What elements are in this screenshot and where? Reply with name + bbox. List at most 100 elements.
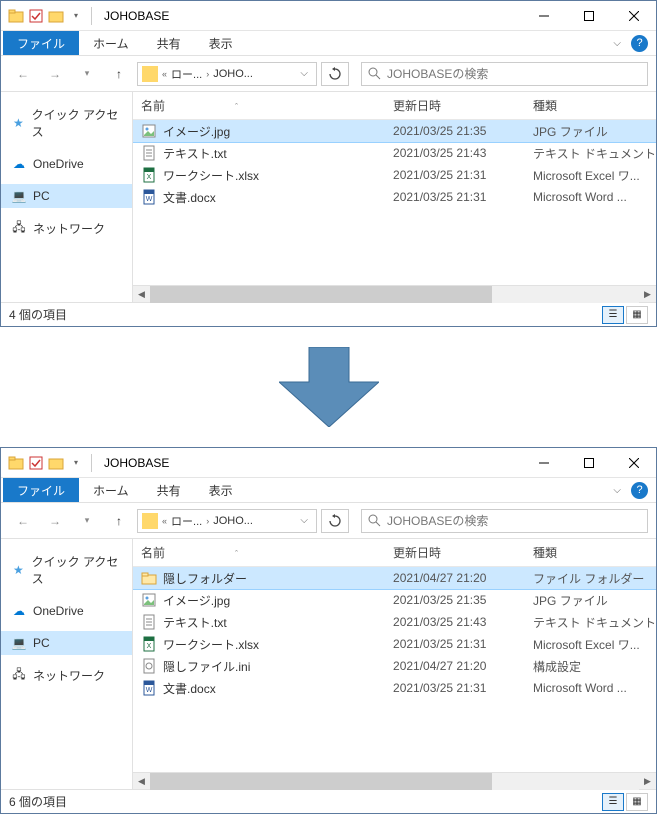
file-list[interactable]: 隠しフォルダー2021/04/27 21:20ファイル フォルダーイメージ.jp… [133, 567, 656, 772]
address-dropdown-icon[interactable]: ⌵ [296, 68, 312, 79]
column-label: 名前 [141, 546, 165, 560]
qat-dropdown-icon[interactable]: ▾ [67, 454, 85, 472]
refresh-button[interactable] [321, 62, 349, 86]
file-row[interactable]: 隠しファイル.ini2021/04/27 21:20構成設定 [133, 655, 656, 677]
expand-ribbon-icon[interactable]: ⌵ [613, 38, 621, 49]
up-button[interactable]: ↑ [105, 509, 133, 533]
arrow-separator [0, 337, 657, 447]
column-name[interactable]: 名前ˆ [141, 97, 393, 114]
scroll-left-icon[interactable]: ◀ [133, 773, 150, 790]
help-icon[interactable]: ? [631, 35, 648, 52]
file-list[interactable]: イメージ.jpg2021/03/25 21:35JPG ファイルテキスト.txt… [133, 120, 656, 285]
column-date[interactable]: 更新日時 [393, 544, 533, 561]
properties-icon[interactable] [27, 7, 45, 25]
column-date[interactable]: 更新日時 [393, 97, 533, 114]
file-row[interactable]: テキスト.txt2021/03/25 21:43テキスト ドキュメント [133, 142, 656, 164]
forward-button[interactable]: → [41, 509, 69, 533]
navigation-pane: ★クイック アクセス ☁OneDrive 💻PC 🖧ネットワーク [1, 92, 133, 302]
address-bar[interactable]: « ロー... › JOHO... ⌵ [137, 62, 317, 86]
scroll-right-icon[interactable]: ▶ [639, 286, 656, 303]
back-button[interactable]: ← [9, 509, 37, 533]
file-row[interactable]: W文書.docx2021/03/25 21:31Microsoft Word .… [133, 186, 656, 208]
help-icon[interactable]: ? [631, 482, 648, 499]
expand-ribbon-icon[interactable]: ⌵ [613, 485, 621, 496]
column-type[interactable]: 種類 [533, 544, 656, 561]
file-row[interactable]: Xワークシート.xlsx2021/03/25 21:31Microsoft Ex… [133, 633, 656, 655]
file-row[interactable]: テキスト.txt2021/03/25 21:43テキスト ドキュメント [133, 611, 656, 633]
file-row[interactable]: イメージ.jpg2021/03/25 21:35JPG ファイル [133, 589, 656, 611]
column-type[interactable]: 種類 [533, 97, 656, 114]
new-folder-icon[interactable] [47, 454, 65, 472]
sidebar-item-network[interactable]: 🖧ネットワーク [1, 663, 132, 688]
horizontal-scrollbar[interactable]: ◀ ▶ [133, 285, 656, 302]
qat-dropdown-icon[interactable]: ▾ [67, 7, 85, 25]
file-row[interactable]: Xワークシート.xlsx2021/03/25 21:31Microsoft Ex… [133, 164, 656, 186]
sidebar-item-pc[interactable]: 💻PC [1, 184, 132, 208]
navigation-pane: ★クイック アクセス ☁OneDrive 💻PC 🖧ネットワーク [1, 539, 133, 789]
maximize-button[interactable] [566, 448, 611, 478]
back-button[interactable]: ← [9, 62, 37, 86]
file-row[interactable]: W文書.docx2021/03/25 21:31Microsoft Word .… [133, 677, 656, 699]
scroll-thumb[interactable] [150, 773, 492, 790]
tab-file[interactable]: ファイル [3, 31, 79, 55]
scroll-thumb[interactable] [150, 286, 492, 303]
sidebar-item-onedrive[interactable]: ☁OneDrive [1, 599, 132, 623]
tab-view[interactable]: 表示 [195, 478, 247, 502]
file-type: Microsoft Word ... [533, 681, 656, 695]
search-input[interactable]: JOHOBASEの検索 [361, 62, 648, 86]
tab-share[interactable]: 共有 [143, 31, 195, 55]
file-row[interactable]: イメージ.jpg2021/03/25 21:35JPG ファイル [133, 120, 656, 142]
sidebar-item-quick-access[interactable]: ★クイック アクセス [1, 102, 132, 144]
sidebar-label: PC [33, 189, 50, 203]
address-dropdown-icon[interactable]: ⌵ [296, 515, 312, 526]
refresh-button[interactable] [321, 509, 349, 533]
minimize-button[interactable] [521, 1, 566, 31]
forward-button[interactable]: → [41, 62, 69, 86]
horizontal-scrollbar[interactable]: ◀ ▶ [133, 772, 656, 789]
details-view-button[interactable]: ☰ [602, 306, 624, 324]
minimize-button[interactable] [521, 448, 566, 478]
breadcrumb-segment[interactable]: JOHO... [213, 515, 253, 527]
file-name: イメージ.jpg [163, 123, 393, 140]
scroll-track[interactable] [150, 286, 639, 303]
breadcrumb-segment[interactable]: ロー... [171, 66, 202, 82]
search-input[interactable]: JOHOBASEの検索 [361, 509, 648, 533]
column-headers: 名前ˆ 更新日時 種類 [133, 539, 656, 567]
tab-file[interactable]: ファイル [3, 478, 79, 502]
sidebar-item-network[interactable]: 🖧ネットワーク [1, 216, 132, 241]
up-button[interactable]: ↑ [105, 62, 133, 86]
icons-view-button[interactable]: ▦ [626, 306, 648, 324]
sidebar-item-onedrive[interactable]: ☁OneDrive [1, 152, 132, 176]
tab-view[interactable]: 表示 [195, 31, 247, 55]
scroll-track[interactable] [150, 773, 639, 790]
close-button[interactable] [611, 448, 656, 478]
close-button[interactable] [611, 1, 656, 31]
search-icon [368, 67, 381, 80]
recent-dropdown[interactable]: ▾ [73, 509, 101, 533]
search-icon [368, 514, 381, 527]
breadcrumb-segment[interactable]: ロー... [171, 513, 202, 529]
svg-text:X: X [147, 174, 152, 181]
maximize-button[interactable] [566, 1, 611, 31]
column-name[interactable]: 名前ˆ [141, 544, 393, 561]
icons-view-button[interactable]: ▦ [626, 793, 648, 811]
tab-home[interactable]: ホーム [79, 31, 143, 55]
scroll-left-icon[interactable]: ◀ [133, 286, 150, 303]
recent-dropdown[interactable]: ▾ [73, 62, 101, 86]
titlebar[interactable]: ▾ JOHOBASE [1, 448, 656, 478]
txt-icon [141, 614, 157, 630]
sidebar-item-pc[interactable]: 💻PC [1, 631, 132, 655]
titlebar[interactable]: ▾ JOHOBASE [1, 1, 656, 31]
file-row[interactable]: 隠しフォルダー2021/04/27 21:20ファイル フォルダー [133, 567, 656, 589]
properties-icon[interactable] [27, 454, 45, 472]
breadcrumb-segment[interactable]: JOHO... [213, 68, 253, 80]
new-folder-icon[interactable] [47, 7, 65, 25]
scroll-right-icon[interactable]: ▶ [639, 773, 656, 790]
svg-text:X: X [147, 643, 152, 650]
column-headers: 名前ˆ 更新日時 種類 [133, 92, 656, 120]
tab-share[interactable]: 共有 [143, 478, 195, 502]
address-bar[interactable]: « ロー... › JOHO... ⌵ [137, 509, 317, 533]
details-view-button[interactable]: ☰ [602, 793, 624, 811]
tab-home[interactable]: ホーム [79, 478, 143, 502]
sidebar-item-quick-access[interactable]: ★クイック アクセス [1, 549, 132, 591]
